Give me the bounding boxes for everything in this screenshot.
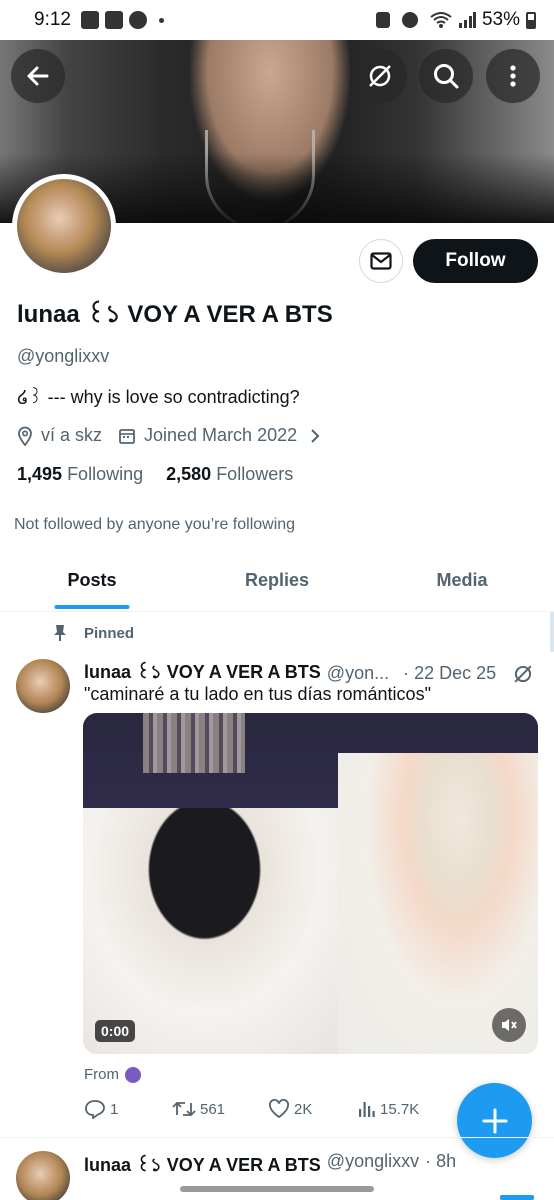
- follow-counts: 1,495 Following 2,580 Followers: [17, 464, 293, 485]
- gallery-notification-icon: [104, 11, 123, 29]
- profile-bio: ໒꒱ --- why is love so contradicting?: [17, 387, 300, 407]
- from-label: From: [84, 1066, 119, 1083]
- envelope-icon: [370, 252, 392, 270]
- tweet-avatar[interactable]: [16, 1151, 70, 1200]
- calendar-icon: [119, 428, 135, 444]
- following-label: Following: [67, 464, 144, 484]
- back-arrow-icon: [27, 66, 49, 86]
- tweet-header: lunaa ꒰১ VOY A VER A BTS @yonglixxv · 8h: [84, 1151, 456, 1182]
- compose-button[interactable]: [457, 1083, 532, 1158]
- video-time: 0:00: [95, 1020, 136, 1042]
- not-followed-notice: Not followed by anyone you’re following: [14, 516, 296, 533]
- more-options-button[interactable]: [486, 49, 540, 103]
- alarm-icon: [401, 12, 418, 28]
- tab-media[interactable]: Media: [370, 560, 554, 611]
- more-vertical-icon: [510, 65, 516, 87]
- tweet-actions: 1 561 2K 15.7K: [84, 1099, 444, 1119]
- tweet-text: "caminaré a tu lado en tus días romántic…: [84, 684, 431, 704]
- speaker-muted-icon: [502, 1019, 517, 1031]
- following-count: 1,495: [17, 464, 63, 484]
- signal-icon: [458, 12, 476, 28]
- profile-avatar[interactable]: [12, 174, 116, 278]
- location-pin-icon: [18, 426, 32, 446]
- status-right: 53%: [375, 9, 536, 31]
- followers-link[interactable]: 2,580 Followers: [166, 464, 293, 484]
- wifi-icon: [430, 12, 452, 28]
- profile-handle: @yonglixxv: [17, 346, 110, 366]
- views-icon: [359, 1102, 375, 1117]
- status-time: 9:12: [34, 9, 71, 30]
- whatsapp-notification-icon: [128, 11, 147, 29]
- retweet-icon: [172, 1101, 196, 1117]
- profile-meta: ví a skz Joined March 2022: [17, 425, 321, 446]
- pin-icon: [54, 625, 66, 641]
- profile-tabs: Posts Replies Media: [0, 560, 554, 612]
- profile-joined: Joined March 2022: [144, 425, 298, 445]
- tab-replies[interactable]: Replies: [184, 560, 370, 611]
- search-button[interactable]: [419, 49, 473, 103]
- pinned-label-row: Pinned: [52, 624, 134, 642]
- reply-button[interactable]: 1: [84, 1099, 172, 1119]
- video-background-poster: [143, 713, 245, 773]
- grok-button[interactable]: [353, 49, 407, 103]
- grok-icon[interactable]: [512, 663, 534, 685]
- retweet-count: 561: [200, 1100, 226, 1118]
- tweet-time[interactable]: · 8h: [425, 1151, 456, 1182]
- video-person-left: [83, 808, 353, 1054]
- profile-location: ví a skz: [41, 425, 103, 445]
- followers-count: 2,580: [166, 464, 212, 484]
- grape-emoji-icon: [125, 1066, 141, 1083]
- battery-saver-icon: [375, 12, 390, 28]
- tweet-display-name[interactable]: lunaa ꒰১ VOY A VER A BTS: [84, 1151, 321, 1182]
- reply-count: 1: [110, 1100, 119, 1118]
- tweet-source: From: [84, 1066, 141, 1083]
- tweet-handle[interactable]: @yonglixxv: [327, 1151, 419, 1182]
- tweet-divider: [0, 1137, 554, 1138]
- chevron-right-icon[interactable]: [309, 428, 321, 444]
- followers-label: Followers: [216, 464, 294, 484]
- scroll-indicator: [550, 612, 554, 652]
- more-notifications-dot-icon: [158, 17, 164, 23]
- follow-button[interactable]: Follow: [413, 239, 538, 283]
- pinned-label: Pinned: [84, 624, 135, 642]
- like-button[interactable]: 2K: [268, 1099, 358, 1119]
- bottom-nav-indicator: [500, 1195, 534, 1200]
- battery-icon: [526, 11, 536, 29]
- message-button[interactable]: [359, 239, 403, 283]
- views-count: 15.7K: [380, 1100, 420, 1118]
- plus-icon: [482, 1108, 507, 1133]
- following-link[interactable]: 1,495 Following: [17, 464, 143, 484]
- search-icon: [434, 64, 459, 89]
- back-button[interactable]: [11, 49, 65, 103]
- heart-icon: [269, 1099, 289, 1119]
- grok-icon: [369, 65, 391, 87]
- views-button[interactable]: 15.7K: [358, 1099, 419, 1119]
- tweet-video[interactable]: 0:00: [83, 713, 538, 1054]
- avatar-image: [17, 179, 111, 273]
- tweet-avatar[interactable]: [16, 659, 70, 713]
- status-bar: 9:12 53%: [0, 0, 554, 40]
- battery-percent: 53%: [481, 9, 520, 30]
- home-indicator-bar[interactable]: [180, 1186, 374, 1192]
- tab-posts[interactable]: Posts: [0, 560, 184, 611]
- tweet-date[interactable]: · 22 Dec 25: [403, 663, 496, 684]
- mute-button[interactable]: [492, 1008, 526, 1042]
- retweet-button[interactable]: 561: [172, 1099, 268, 1119]
- profile-display-name: lunaa ꒰১ VOY A VER A BTS: [17, 301, 333, 328]
- like-count: 2K: [294, 1100, 313, 1118]
- tweet-handle[interactable]: @yon...: [327, 663, 389, 684]
- reply-icon: [85, 1100, 105, 1119]
- notification-s-icon: [80, 11, 99, 29]
